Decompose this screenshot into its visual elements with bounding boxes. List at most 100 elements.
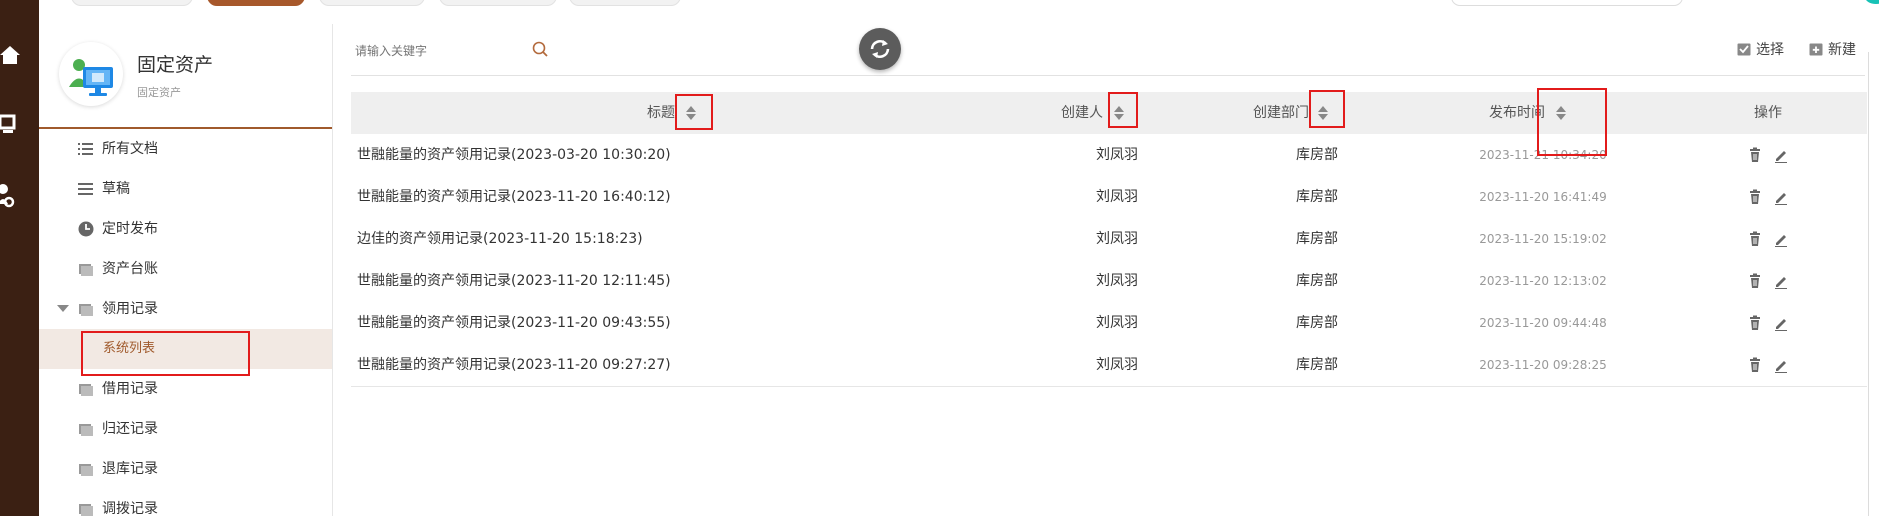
new-label: 新建 [1828,42,1856,58]
user-settings-icon[interactable] [0,180,39,210]
table-row[interactable]: 边佳的资产领用记录(2023-11-20 15:18:23) 刘凤羽 库房部 2… [351,218,1867,261]
edit-icon[interactable] [1773,231,1789,247]
highlight-box [81,331,250,376]
row-time: 2023-11-20 09:44:48 [1479,316,1607,330]
home-icon[interactable] [0,40,39,70]
folder-icon [79,384,93,396]
trash-icon[interactable] [1747,231,1763,247]
nav-label: 所有文档 [102,141,158,157]
edit-icon[interactable] [1773,273,1789,289]
row-title[interactable]: 世融能量的资产领用记录(2023-11-20 12:11:45) [357,260,671,302]
nav-item-all-docs[interactable]: 所有文档 [39,129,332,169]
row-creator: 刘凤羽 [1096,147,1138,163]
monitor-icon[interactable] [0,110,39,140]
row-dept: 库房部 [1296,315,1338,331]
top-tab[interactable] [71,0,193,6]
table-row[interactable]: 世融能量的资产领用记录(2023-11-20 16:40:12) 刘凤羽 库房部… [351,176,1867,219]
main-content: 选择 新建 标题 创建人 创建部门 发布时间 操作 世融能量的资产领用记录(20… [333,24,1879,516]
trash-icon[interactable] [1747,189,1763,205]
edit-icon[interactable] [1773,189,1789,205]
row-creator: 刘凤羽 [1096,189,1138,205]
table-row[interactable]: 世融能量的资产领用记录(2023-11-20 09:43:55) 刘凤羽 库房部… [351,302,1867,345]
menu-lines-icon [78,183,93,195]
table-row[interactable]: 世融能量的资产领用记录(2023-03-20 10:30:20) 刘凤羽 库房部… [351,134,1867,177]
nav-item-usage-records[interactable]: 领用记录 [39,289,332,329]
computer-users-icon [59,42,123,106]
highlight-box [675,94,713,130]
expand-triangle-icon[interactable] [57,305,69,312]
row-title[interactable]: 世融能量的资产领用记录(2023-11-20 09:27:27) [357,344,671,386]
app-rail [0,0,39,516]
edit-icon[interactable] [1773,147,1789,163]
highlight-box [1108,92,1138,128]
folder-icon [79,304,93,316]
nav-item-transfer-records[interactable]: 调拨记录 [39,489,332,529]
add-icon [1809,43,1823,56]
row-time: 2023-11-20 16:41:49 [1479,190,1607,204]
folder-icon [79,504,93,516]
search-icon[interactable] [531,40,551,60]
row-dept: 库房部 [1296,273,1338,289]
clock-icon [78,221,94,237]
highlight-box [1537,88,1607,156]
edit-icon[interactable] [1773,315,1789,331]
column-header-creator[interactable]: 创建人 [1061,92,1103,134]
row-time: 2023-11-20 15:19:02 [1479,232,1607,246]
trash-icon[interactable] [1747,357,1763,373]
module-title: 固定资产 [137,54,214,76]
row-title[interactable]: 世融能量的资产领用记录(2023-11-20 09:43:55) [357,302,671,344]
nav-label: 草稿 [102,181,130,197]
row-creator: 刘凤羽 [1096,315,1138,331]
nav-label: 调拨记录 [102,501,158,517]
trash-icon[interactable] [1747,273,1763,289]
search-input[interactable] [353,38,557,64]
row-title[interactable]: 世融能量的资产领用记录(2023-03-20 10:30:20) [357,134,671,176]
row-creator: 刘凤羽 [1096,231,1138,247]
row-time: 2023-11-20 12:13:02 [1479,274,1607,288]
column-header-ops: 操作 [1754,105,1782,121]
nav-label: 领用记录 [102,301,158,317]
column-header-title[interactable]: 标题 [647,92,675,134]
trash-icon[interactable] [1747,147,1763,163]
column-header-dept[interactable]: 创建部门 [1253,92,1309,134]
select-label: 选择 [1756,42,1784,58]
table-row[interactable]: 世融能量的资产领用记录(2023-11-20 09:27:27) 刘凤羽 库房部… [351,344,1867,387]
highlight-box [1309,90,1345,128]
nav-label: 定时发布 [102,221,158,237]
nav-item-asset-ledger[interactable]: 资产台账 [39,249,332,289]
user-avatar[interactable] [1865,0,1879,4]
row-creator: 刘凤羽 [1096,273,1138,289]
nav-label: 资产台账 [102,261,158,277]
vertical-scrollbar[interactable] [1868,52,1869,516]
folder-icon [79,464,93,476]
nav-item-drafts[interactable]: 草稿 [39,169,332,209]
nav-item-scheduled[interactable]: 定时发布 [39,209,332,249]
list-icon [78,143,93,155]
trash-icon[interactable] [1747,315,1763,331]
nav-label: 退库记录 [102,461,158,477]
row-dept: 库房部 [1296,147,1338,163]
nav-label: 归还记录 [102,421,158,437]
row-time: 2023-11-20 09:28:25 [1479,358,1607,372]
folder-icon [79,424,93,436]
global-search-field[interactable] [1451,0,1683,6]
edit-icon[interactable] [1773,357,1789,373]
folder-icon [79,264,93,276]
row-title[interactable]: 世融能量的资产领用记录(2023-11-20 16:40:12) [357,176,671,218]
checkbox-icon [1737,43,1751,56]
top-bar [39,0,1879,25]
top-tab[interactable] [439,0,557,6]
table-row[interactable]: 世融能量的资产领用记录(2023-11-20 12:11:45) 刘凤羽 库房部… [351,260,1867,303]
row-dept: 库房部 [1296,357,1338,373]
top-tab[interactable] [319,0,425,6]
module-header: 固定资产 固定资产 [39,24,332,129]
row-title[interactable]: 边佳的资产领用记录(2023-11-20 15:18:23) [357,218,643,260]
nav-item-storage-return-records[interactable]: 退库记录 [39,449,332,489]
top-tab-active[interactable] [207,0,305,6]
row-dept: 库房部 [1296,231,1338,247]
nav-item-return-records[interactable]: 归还记录 [39,409,332,449]
search-underline [351,75,1865,76]
row-creator: 刘凤羽 [1096,357,1138,373]
top-tab[interactable] [569,0,681,6]
refresh-button[interactable] [859,28,901,70]
